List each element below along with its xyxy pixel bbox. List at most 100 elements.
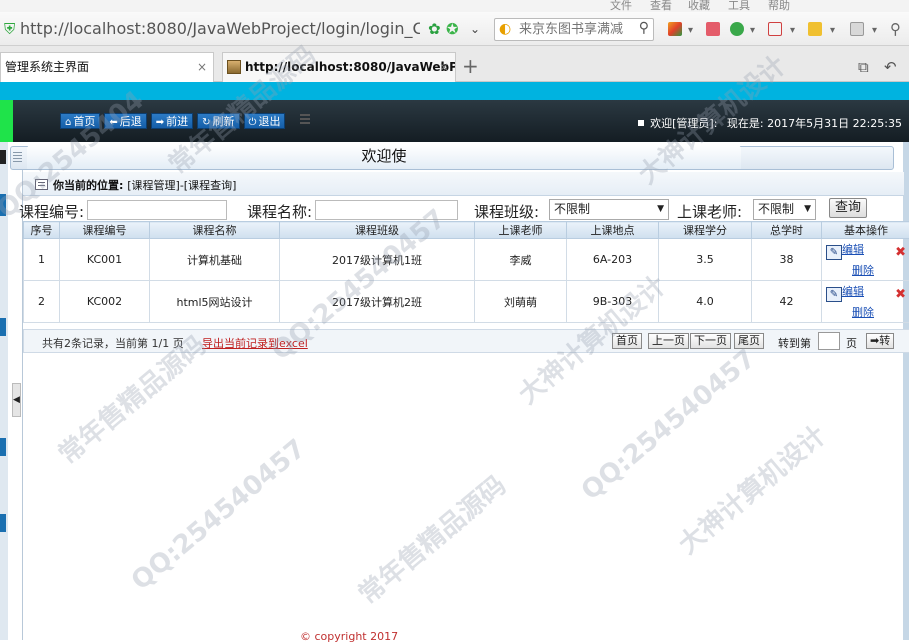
chevron-down-icon[interactable]: ▾ xyxy=(872,22,877,40)
course-no-input[interactable] xyxy=(87,200,227,220)
col-header[interactable]: 上课地点 xyxy=(567,222,659,239)
translate-icon[interactable] xyxy=(768,22,782,36)
col-header[interactable]: 基本操作 xyxy=(822,222,909,239)
table-header-row: 序号 课程编号 课程名称 课程班级 上课老师 上课地点 课程学分 总学时 基本操… xyxy=(24,222,909,239)
forward-button[interactable]: ➡前进 xyxy=(151,113,193,129)
last-page-button[interactable]: 尾页 xyxy=(734,333,764,349)
cell-code: KC002 xyxy=(60,281,150,323)
mail-icon[interactable] xyxy=(706,22,720,36)
search-box[interactable]: ◐ ⚲ xyxy=(494,18,654,41)
left-menu-collapsed[interactable] xyxy=(0,142,8,640)
course-name-input[interactable] xyxy=(315,200,458,220)
teacher-select[interactable]: 不限制▼ xyxy=(753,199,816,220)
delete-link[interactable]: 删除 xyxy=(852,262,909,278)
cell-place: 9B-303 xyxy=(567,281,659,323)
goto-label: 转到第 xyxy=(778,335,811,351)
home-button[interactable]: ⌂首页 xyxy=(60,113,100,129)
tab-main-ui[interactable]: 管理系统主界面 × xyxy=(0,52,214,82)
arrow-right-icon: ➡ xyxy=(870,334,879,347)
cell-hours: 42 xyxy=(752,281,822,323)
chevron-down-icon[interactable]: ⌄ xyxy=(470,20,480,38)
home-icon: ⌂ xyxy=(65,117,71,128)
screenshot-icon[interactable] xyxy=(850,22,864,36)
logout-label: 退出 xyxy=(258,115,280,128)
magnifier-icon[interactable]: ⚲ xyxy=(890,20,901,38)
restore-tabs-icon[interactable]: ⧉ xyxy=(858,58,869,76)
cell-actions: ✎编辑 ✖ 删除 xyxy=(822,239,909,281)
back-button[interactable]: ⬅后退 xyxy=(104,113,146,129)
app-nav-bar: ⌂首页 ⬅后退 ➡前进 ↻刷新 ⏻退出 欢迎[管理员]: 现在是: 2017年5… xyxy=(0,100,909,142)
close-icon[interactable]: × xyxy=(439,53,449,81)
chevron-down-icon: ▼ xyxy=(657,200,664,219)
grip-icon[interactable] xyxy=(300,114,310,126)
search-icon[interactable]: ⚲ xyxy=(639,20,649,36)
col-header[interactable]: 序号 xyxy=(24,222,60,239)
course-name-label: 课程名称: xyxy=(247,201,312,222)
edit-link[interactable]: 编辑 xyxy=(842,243,864,256)
chevron-left-icon: ◀ xyxy=(13,395,20,405)
col-header[interactable]: 课程名称 xyxy=(150,222,280,239)
chevron-down-icon[interactable]: ▾ xyxy=(750,22,755,40)
cell-credit: 3.5 xyxy=(659,239,752,281)
chevron-down-icon[interactable]: ▾ xyxy=(688,22,693,40)
delete-link[interactable]: 删除 xyxy=(852,304,909,320)
class-select[interactable]: 不限制 ▼ xyxy=(549,199,669,220)
speed-mode-icon[interactable]: ✪ xyxy=(446,20,459,38)
grip-icon xyxy=(13,152,22,164)
query-button[interactable]: 查询 xyxy=(829,198,867,218)
edit-icon[interactable]: ✎ xyxy=(826,245,842,260)
export-excel-link[interactable]: 导出当前记录到excel xyxy=(202,335,308,351)
welcome-user: 欢迎[管理员]: xyxy=(650,117,717,130)
accent-bar xyxy=(0,100,13,142)
cell-place: 6A-203 xyxy=(567,239,659,281)
next-page-button[interactable]: 下一页 xyxy=(690,333,731,349)
breadcrumb-path: [课程管理]-[课程查询] xyxy=(127,179,236,192)
course-table: 序号 课程编号 课程名称 课程班级 上课老师 上课地点 课程学分 总学时 基本操… xyxy=(23,221,909,323)
cell-actions: ✎编辑 ✖ 删除 xyxy=(822,281,909,323)
refresh-button[interactable]: ↻刷新 xyxy=(197,113,239,129)
table-row[interactable]: 2 KC002 html5网站设计 2017级计算机2班 刘萌萌 9B-303 … xyxy=(24,281,909,323)
edit-link[interactable]: 编辑 xyxy=(842,285,864,298)
prev-page-button[interactable]: 上一页 xyxy=(648,333,689,349)
security-icon[interactable] xyxy=(730,22,744,36)
tab-localhost[interactable]: http://localhost:8080/JavaWebPr × xyxy=(222,52,456,82)
compat-mode-icon[interactable]: ✿ xyxy=(428,20,441,38)
cell-class: 2017级计算机1班 xyxy=(280,239,475,281)
cell-credit: 4.0 xyxy=(659,281,752,323)
col-header[interactable]: 课程学分 xyxy=(659,222,752,239)
delete-icon[interactable]: ✖ xyxy=(895,245,906,260)
col-header[interactable]: 上课老师 xyxy=(475,222,567,239)
sidebar-toggle-button[interactable]: ◀ xyxy=(12,383,21,417)
location-icon xyxy=(35,179,48,190)
apps-icon[interactable] xyxy=(668,22,682,36)
class-label: 课程班级: xyxy=(474,201,539,222)
goto-page-input[interactable] xyxy=(818,332,840,350)
col-header[interactable]: 课程班级 xyxy=(280,222,475,239)
new-tab-icon[interactable]: + xyxy=(462,54,479,78)
coupon-icon[interactable] xyxy=(808,22,822,36)
power-icon: ⏻ xyxy=(249,117,257,128)
col-header[interactable]: 总学时 xyxy=(752,222,822,239)
close-icon[interactable]: × xyxy=(197,53,207,81)
first-page-button[interactable]: 首页 xyxy=(612,333,642,349)
go-button[interactable]: ➡转 xyxy=(866,333,894,349)
app-banner xyxy=(0,82,909,100)
search-input[interactable] xyxy=(519,21,631,38)
tab-welcome[interactable]: 欢迎使 xyxy=(27,145,741,169)
chevron-down-icon[interactable]: ▾ xyxy=(790,22,795,40)
cell-teacher: 刘萌萌 xyxy=(475,281,567,323)
breadcrumb: 你当前的位置: [课程管理]-[课程查询] xyxy=(23,172,904,196)
menu-block xyxy=(0,194,6,216)
delete-icon[interactable]: ✖ xyxy=(895,287,906,302)
copyright-text: © copyright 2017 xyxy=(300,630,398,643)
url-field[interactable]: http://localhost:8080/JavaWebProject/log… xyxy=(20,19,420,38)
edit-icon[interactable]: ✎ xyxy=(826,287,842,302)
col-header[interactable]: 课程编号 xyxy=(60,222,150,239)
chevron-down-icon[interactable]: ▾ xyxy=(830,22,835,40)
logout-button[interactable]: ⏻退出 xyxy=(244,113,286,129)
table-row[interactable]: 1 KC001 计算机基础 2017级计算机1班 李威 6A-203 3.5 3… xyxy=(24,239,909,281)
undo-close-icon[interactable]: ↶ xyxy=(884,58,897,76)
current-time: 现在是: 2017年5月31日 22:25:35 xyxy=(727,117,902,130)
class-select-value: 不限制 xyxy=(554,202,590,216)
pagination-bar: 共有2条记录，当前第 1/1 页 导出当前记录到excel 首页 上一页 下一页… xyxy=(23,329,909,353)
